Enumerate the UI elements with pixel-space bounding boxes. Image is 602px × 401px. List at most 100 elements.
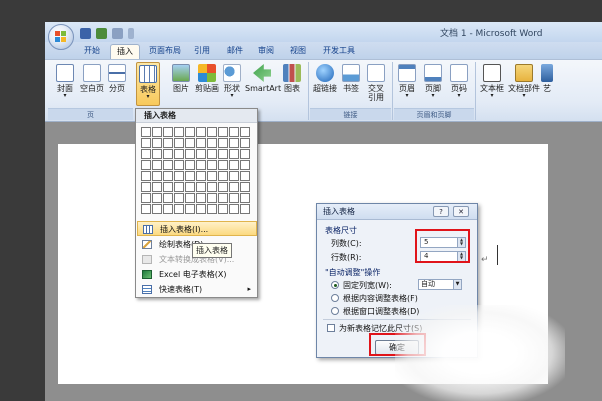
grid-cell[interactable] [207, 160, 217, 170]
close-button[interactable]: ✕ [453, 206, 469, 217]
grid-cell[interactable] [163, 138, 173, 148]
help-button[interactable]: ? [433, 206, 449, 217]
grid-cell[interactable] [240, 127, 250, 137]
grid-cell[interactable] [163, 171, 173, 181]
grid-cell[interactable] [218, 193, 228, 203]
tab-review[interactable]: 审阅 [252, 44, 280, 59]
footer-button[interactable]: 页脚 ▾ [421, 62, 445, 102]
grid-cell[interactable] [185, 182, 195, 192]
table-size-grid[interactable] [141, 127, 250, 214]
grid-cell[interactable] [185, 193, 195, 203]
grid-cell[interactable] [185, 138, 195, 148]
grid-cell[interactable] [174, 160, 184, 170]
smartart-button[interactable]: SmartArt [245, 62, 281, 102]
grid-cell[interactable] [207, 138, 217, 148]
grid-cell[interactable] [185, 171, 195, 181]
grid-cell[interactable] [196, 160, 206, 170]
tab-mailings[interactable]: 邮件 [221, 44, 249, 59]
grid-cell[interactable] [229, 127, 239, 137]
grid-cell[interactable] [196, 171, 206, 181]
hyperlink-button[interactable]: 超链接 [312, 62, 338, 102]
dropdown-arrow-icon[interactable]: ▼ [453, 280, 461, 289]
grid-cell[interactable] [240, 149, 250, 159]
undo-icon[interactable] [96, 27, 107, 39]
grid-cell[interactable] [141, 171, 151, 181]
grid-cell[interactable] [141, 138, 151, 148]
grid-cell[interactable] [229, 149, 239, 159]
grid-cell[interactable] [207, 204, 217, 214]
grid-cell[interactable] [240, 204, 250, 214]
save-icon[interactable] [80, 27, 91, 39]
wordart-button[interactable]: 艺 [540, 62, 554, 102]
autofit-window-radio[interactable] [331, 307, 339, 315]
grid-cell[interactable] [196, 138, 206, 148]
tab-insert[interactable]: 插入 [110, 44, 140, 59]
grid-cell[interactable] [174, 127, 184, 137]
grid-cell[interactable] [240, 160, 250, 170]
grid-cell[interactable] [174, 138, 184, 148]
grid-cell[interactable] [229, 171, 239, 181]
customize-qat-icon[interactable] [128, 27, 134, 39]
grid-cell[interactable] [218, 204, 228, 214]
grid-cell[interactable] [229, 193, 239, 203]
grid-cell[interactable] [207, 193, 217, 203]
shapes-button[interactable]: 形状 ▾ [221, 62, 243, 102]
grid-cell[interactable] [196, 149, 206, 159]
grid-cell[interactable] [163, 127, 173, 137]
grid-cell[interactable] [174, 149, 184, 159]
grid-cell[interactable] [174, 182, 184, 192]
header-button[interactable]: 页眉 ▾ [395, 62, 419, 102]
grid-cell[interactable] [152, 171, 162, 181]
cross-reference-button[interactable]: 交叉 引用 [364, 62, 388, 102]
tab-references[interactable]: 引用 [188, 44, 216, 59]
grid-cell[interactable] [207, 127, 217, 137]
page-break-button[interactable]: 分页 [106, 62, 128, 102]
redo-icon[interactable] [112, 27, 123, 39]
autofit-contents-radio[interactable] [331, 294, 339, 302]
tab-developer[interactable]: 开发工具 [317, 44, 361, 59]
grid-cell[interactable] [174, 193, 184, 203]
picture-button[interactable]: 图片 [169, 62, 193, 102]
grid-cell[interactable] [240, 193, 250, 203]
tab-view[interactable]: 视图 [284, 44, 312, 59]
grid-cell[interactable] [207, 182, 217, 192]
quick-tables-menu-item[interactable]: 快速表格(T) ▸ [137, 282, 257, 297]
excel-spreadsheet-menu-item[interactable]: Excel 电子表格(X) [137, 267, 257, 282]
grid-cell[interactable] [152, 127, 162, 137]
grid-cell[interactable] [174, 204, 184, 214]
grid-cell[interactable] [207, 149, 217, 159]
grid-cell[interactable] [229, 138, 239, 148]
grid-cell[interactable] [218, 127, 228, 137]
tab-page-layout[interactable]: 页面布局 [143, 44, 187, 59]
grid-cell[interactable] [141, 149, 151, 159]
grid-cell[interactable] [240, 138, 250, 148]
page-number-button[interactable]: 页码 ▾ [447, 62, 471, 102]
grid-cell[interactable] [218, 138, 228, 148]
grid-cell[interactable] [141, 182, 151, 192]
grid-cell[interactable] [240, 182, 250, 192]
text-box-button[interactable]: 文本框 ▾ [478, 62, 506, 102]
grid-cell[interactable] [196, 182, 206, 192]
grid-cell[interactable] [218, 182, 228, 192]
grid-cell[interactable] [185, 204, 195, 214]
insert-table-menu-item[interactable]: 插入表格(I)... [137, 221, 257, 236]
clip-art-button[interactable]: 剪贴画 [194, 62, 220, 102]
grid-cell[interactable] [185, 160, 195, 170]
grid-cell[interactable] [218, 171, 228, 181]
grid-cell[interactable] [185, 149, 195, 159]
grid-cell[interactable] [240, 171, 250, 181]
grid-cell[interactable] [174, 171, 184, 181]
grid-cell[interactable] [163, 160, 173, 170]
grid-cell[interactable] [152, 160, 162, 170]
grid-cell[interactable] [152, 204, 162, 214]
column-width-select[interactable]: 自动 ▼ [418, 279, 462, 290]
grid-cell[interactable] [163, 204, 173, 214]
cover-page-button[interactable]: 封面 ▾ [53, 62, 77, 102]
blank-page-button[interactable]: 空白页 [79, 62, 105, 102]
grid-cell[interactable] [207, 171, 217, 181]
office-button[interactable] [48, 24, 74, 50]
grid-cell[interactable] [141, 204, 151, 214]
bookmark-button[interactable]: 书签 [340, 62, 362, 102]
chart-button[interactable]: 图表 [281, 62, 303, 102]
grid-cell[interactable] [196, 204, 206, 214]
